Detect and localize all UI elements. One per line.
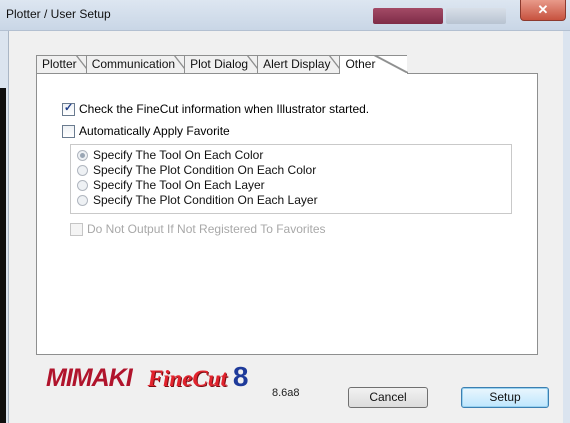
radio-label: Specify The Tool On Each Color (93, 148, 264, 162)
cancel-button[interactable]: Cancel (348, 387, 428, 408)
auto-apply-favorite-label: Automatically Apply Favorite (79, 124, 230, 138)
mimaki-logo: MIMAKI (46, 364, 133, 392)
radio-tool-each-layer[interactable]: Specify The Tool On Each Layer (77, 178, 265, 192)
product-logo: MIMAKI FineCut 8 (46, 361, 249, 393)
close-button[interactable]: ✕ (520, 0, 566, 21)
finecut-version-number: 8 (232, 361, 249, 392)
version-label: 8.6a8 (272, 387, 300, 399)
title-bar-background-decor (446, 8, 506, 24)
radio-label: Specify The Plot Condition On Each Color (93, 163, 317, 177)
setup-button[interactable]: Setup (461, 387, 549, 408)
background-edge (0, 88, 6, 423)
check-finecut-option[interactable]: Check the FineCut information when Illus… (62, 101, 370, 116)
check-finecut-label: Check the FineCut information when Illus… (79, 102, 370, 116)
radio-button[interactable] (77, 179, 88, 191)
setup-window: Plotter / User Setup ✕ Plotter Communica… (0, 0, 570, 423)
title-bar-background-logo (373, 8, 443, 24)
radio-plot-condition-each-color[interactable]: Specify The Plot Condition On Each Color (77, 163, 316, 177)
title-bar[interactable]: Plotter / User Setup ✕ (0, 0, 570, 31)
radio-tool-each-color[interactable]: Specify The Tool On Each Color (77, 148, 263, 162)
do-not-output-option: Do Not Output If Not Registered To Favor… (70, 222, 326, 236)
dialog-client-area: Plotter Communication Plot Dialog Alert … (8, 31, 563, 423)
tab-plot-dialog[interactable]: Plot Dialog (184, 55, 262, 73)
radio-button[interactable] (77, 164, 88, 176)
tab-panel-other: Check the FineCut information when Illus… (36, 73, 538, 355)
check-finecut-checkbox[interactable] (62, 101, 75, 116)
do-not-output-label: Do Not Output If Not Registered To Favor… (87, 222, 326, 236)
tab-alert-display[interactable]: Alert Display (257, 55, 344, 73)
finecut-logo: FineCut (147, 366, 227, 391)
tab-strip: Plotter Communication Plot Dialog Alert … (36, 55, 409, 74)
radio-label: Specify The Plot Condition On Each Layer (93, 193, 318, 207)
do-not-output-checkbox (70, 222, 83, 236)
radio-button[interactable] (77, 194, 88, 206)
auto-apply-favorite-option[interactable]: Automatically Apply Favorite (62, 124, 230, 138)
tab-communication[interactable]: Communication (85, 55, 189, 73)
radio-button[interactable] (77, 149, 88, 161)
radio-plot-condition-each-layer[interactable]: Specify The Plot Condition On Each Layer (77, 193, 318, 207)
window-title: Plotter / User Setup (6, 7, 111, 21)
tab-other[interactable]: Other (339, 55, 409, 74)
radio-label: Specify The Tool On Each Layer (93, 178, 265, 192)
tab-plotter[interactable]: Plotter (36, 55, 90, 73)
favorite-mode-group: Specify The Tool On Each Color Specify T… (70, 144, 512, 214)
auto-apply-favorite-checkbox[interactable] (62, 124, 75, 138)
